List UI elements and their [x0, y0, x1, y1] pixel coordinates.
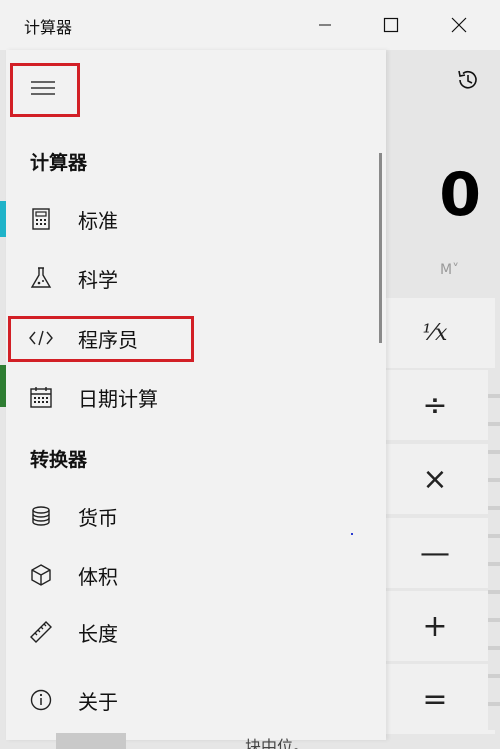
minimize-button[interactable] [292, 0, 358, 50]
divide-button[interactable]: ÷ [375, 370, 495, 440]
history-button[interactable] [454, 67, 480, 97]
nav-item-currency[interactable]: 货币 [6, 488, 376, 544]
nav-item-scientific[interactable]: 科学 [6, 250, 376, 306]
nav-scrollbar[interactable] [379, 153, 382, 343]
calculator-window: 计算器 0 M˅ ¹⁄x ÷ × — + = 计算器 标准 科学 程序员 日期计… [0, 0, 500, 749]
nav-item-label: 标准 [78, 208, 118, 233]
nav-item-about[interactable]: 关于 [6, 672, 376, 728]
reciprocal-button[interactable]: ¹⁄x [375, 298, 495, 368]
coins-icon [28, 503, 54, 529]
background-window-edge [56, 733, 126, 749]
nav-item-label: 日期计算 [78, 386, 158, 411]
plus-button[interactable]: + [375, 591, 495, 661]
maximize-icon [383, 17, 399, 33]
multiply-button[interactable]: × [375, 444, 495, 514]
memory-button[interactable]: M˅ [440, 262, 459, 278]
close-button[interactable] [426, 0, 492, 50]
nav-item-label: 关于 [78, 689, 118, 714]
title-bar: 计算器 [0, 0, 500, 50]
nav-item-label: 长度 [78, 621, 118, 646]
calculator-panel: 0 M˅ ¹⁄x ÷ × — + = [372, 50, 500, 749]
calculator-icon [28, 206, 54, 232]
info-icon [28, 687, 54, 713]
flask-icon [28, 265, 54, 291]
minimize-icon [319, 24, 331, 26]
cube-icon [28, 562, 54, 588]
minus-button[interactable]: — [375, 518, 495, 588]
navigation-pane: 计算器 标准 科学 程序员 日期计算 转换器 货币 体积 长度 关于 [0, 50, 386, 740]
nav-item-volume[interactable]: 体积 [6, 547, 376, 603]
highlight-box [8, 316, 194, 362]
stray-pixel [351, 533, 353, 535]
nav-item-length[interactable]: 长度 [6, 604, 376, 660]
section-calculator-heading: 计算器 [30, 152, 88, 174]
nav-item-label: 科学 [78, 267, 118, 292]
section-converter-heading: 转换器 [30, 449, 88, 471]
close-icon [451, 17, 467, 33]
nav-item-standard[interactable]: 标准 [6, 191, 376, 247]
history-icon [458, 70, 477, 89]
calendar-icon [28, 384, 54, 410]
background-text: 块中位。 [245, 737, 310, 749]
result-display: 0 [439, 160, 481, 230]
equals-button[interactable]: = [375, 664, 495, 734]
ruler-icon [28, 619, 54, 645]
nav-item-date-calculation[interactable]: 日期计算 [6, 369, 376, 425]
nav-item-label: 体积 [78, 564, 118, 589]
background-window-edge [488, 370, 500, 730]
maximize-button[interactable] [358, 0, 424, 50]
nav-item-label: 货币 [78, 505, 118, 530]
window-title: 计算器 [24, 18, 73, 37]
highlight-box [10, 63, 80, 117]
